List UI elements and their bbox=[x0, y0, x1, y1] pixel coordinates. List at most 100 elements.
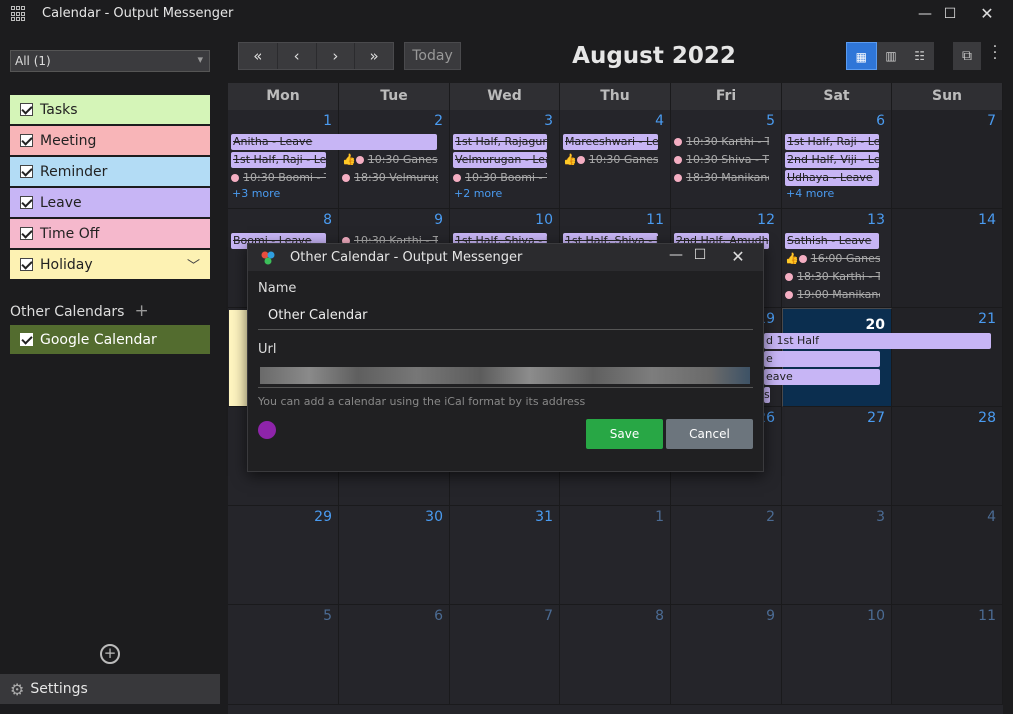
day-cell[interactable]: 7 bbox=[892, 110, 1003, 209]
event-leave[interactable]: e bbox=[764, 351, 880, 367]
day-cell[interactable]: 1 bbox=[560, 506, 671, 605]
event-task[interactable]: 👍 10:30 Ganes bbox=[563, 152, 658, 167]
holiday-bar[interactable] bbox=[229, 310, 247, 406]
day-cell[interactable]: 7 bbox=[450, 605, 560, 705]
event-task[interactable]: 19:00 Manikand bbox=[785, 287, 880, 302]
event-leave[interactable]: Mareeshwari - Le bbox=[563, 134, 658, 150]
pink-dot-icon bbox=[231, 174, 239, 182]
checkbox[interactable] bbox=[20, 103, 33, 116]
day-number: 2 bbox=[434, 113, 443, 129]
day-cell[interactable]: 21 bbox=[892, 308, 1003, 407]
save-button[interactable]: Save bbox=[586, 419, 663, 449]
checkbox[interactable] bbox=[20, 258, 33, 271]
maximize-icon[interactable]: ☐ bbox=[690, 247, 710, 263]
pink-dot-icon bbox=[453, 174, 461, 182]
day-cell[interactable]: 14 bbox=[892, 209, 1003, 308]
event-leave[interactable]: Udhaya - Leave bbox=[785, 170, 879, 186]
month-view-icon[interactable]: ▦ bbox=[846, 42, 877, 70]
minimize-icon[interactable]: — bbox=[915, 4, 935, 24]
add-calendar-icon[interactable]: + bbox=[134, 301, 148, 321]
event-task[interactable]: 18:30 Manikand bbox=[674, 170, 769, 185]
day-cell[interactable]: 28 bbox=[892, 407, 1003, 506]
event-leave[interactable]: Velmurugan - Lea bbox=[453, 152, 547, 168]
day-cell[interactable]: 27 bbox=[782, 407, 892, 506]
list-view-icon[interactable]: ☷ bbox=[905, 42, 934, 70]
event-task[interactable]: 18:30 Velmurug bbox=[342, 170, 438, 185]
thumbs-up-icon: 👍 bbox=[785, 252, 799, 265]
day-number: 21 bbox=[978, 311, 996, 327]
checkbox[interactable] bbox=[20, 333, 33, 346]
cancel-button[interactable]: Cancel bbox=[666, 419, 753, 449]
event-leave[interactable]: 1st Half, Raji - Le bbox=[785, 134, 879, 150]
prev-month-icon[interactable]: ‹ bbox=[278, 43, 317, 69]
next-year-icon[interactable]: » bbox=[355, 43, 393, 69]
category-holiday[interactable]: Holiday ﹀ bbox=[10, 250, 210, 279]
week-view-icon[interactable]: ▥ bbox=[877, 42, 906, 70]
more-menu-icon[interactable]: · · · bbox=[990, 40, 1000, 66]
pink-dot-icon bbox=[785, 273, 793, 281]
day-cell[interactable]: 6 bbox=[339, 605, 450, 705]
filter-select[interactable]: All (1) ▾ bbox=[10, 50, 210, 72]
day-cell[interactable]: 5 bbox=[228, 605, 339, 705]
name-field[interactable]: Other Calendar bbox=[258, 302, 753, 330]
minimize-icon[interactable]: — bbox=[666, 247, 686, 263]
category-tasks[interactable]: Tasks bbox=[10, 95, 210, 124]
prev-year-icon[interactable]: « bbox=[239, 43, 278, 69]
sidebar: All (1) ▾ Tasks Meeting Reminder Leave T… bbox=[0, 27, 220, 714]
day-cell[interactable]: 3 bbox=[782, 506, 892, 605]
more-events-link[interactable]: +3 more bbox=[232, 187, 280, 200]
event-task[interactable]: 10:30 Boomi - T bbox=[231, 170, 326, 185]
day-cell[interactable]: 31 bbox=[450, 506, 560, 605]
event-leave[interactable]: Sathish - Leave bbox=[785, 233, 879, 249]
event-leave[interactable]: 2nd Half, Viji - Le bbox=[785, 152, 879, 168]
event-task[interactable]: 10:30 Shiva - T bbox=[674, 152, 769, 167]
day-cell[interactable]: 29 bbox=[228, 506, 339, 605]
event-task[interactable]: 18:30 Karthi - T bbox=[785, 269, 880, 284]
checkbox[interactable] bbox=[20, 227, 33, 240]
event-task[interactable]: 👍 10:30 Ganes bbox=[342, 152, 438, 167]
add-circle-icon[interactable]: + bbox=[100, 644, 120, 664]
next-month-icon[interactable]: › bbox=[317, 43, 356, 69]
day-cell[interactable]: 4 bbox=[892, 506, 1003, 605]
close-icon[interactable]: ✕ bbox=[728, 247, 748, 266]
category-meeting[interactable]: Meeting bbox=[10, 126, 210, 155]
event-task[interactable]: 10:30 Karthi - T bbox=[674, 134, 769, 149]
event-leave[interactable]: 1st Half, Raji - Le bbox=[231, 152, 326, 168]
category-time-off[interactable]: Time Off bbox=[10, 219, 210, 248]
event-leave[interactable]: s bbox=[764, 387, 770, 403]
today-button[interactable]: Today bbox=[404, 42, 461, 70]
day-cell[interactable]: 11 bbox=[892, 605, 1003, 705]
chevron-down-icon[interactable]: ﹀ bbox=[187, 255, 200, 274]
event-leave[interactable]: Anitha - Leave bbox=[231, 134, 437, 150]
day-cell[interactable]: 10 bbox=[782, 605, 892, 705]
day-cell[interactable]: 8 bbox=[560, 605, 671, 705]
event-task[interactable]: 10:30 Boomi - T bbox=[453, 170, 547, 185]
category-label: Leave bbox=[40, 194, 82, 211]
category-leave[interactable]: Leave bbox=[10, 188, 210, 217]
event-task[interactable]: 👍 16:00 Ganes bbox=[785, 251, 880, 266]
category-reminder[interactable]: Reminder bbox=[10, 157, 210, 186]
day-number: 27 bbox=[867, 410, 885, 426]
event-leave[interactable]: 1st Half, Rajagurv bbox=[453, 134, 547, 150]
day-number: 10 bbox=[867, 608, 885, 624]
checkbox[interactable] bbox=[20, 134, 33, 147]
close-icon[interactable]: ✕ bbox=[977, 4, 997, 24]
day-cell[interactable]: 30 bbox=[339, 506, 450, 605]
pink-dot-icon bbox=[342, 174, 350, 182]
popout-icon[interactable]: ⧉ bbox=[953, 42, 981, 70]
more-events-link[interactable]: +2 more bbox=[454, 187, 502, 200]
color-picker[interactable] bbox=[258, 421, 276, 439]
checkbox[interactable] bbox=[20, 196, 33, 209]
settings-button[interactable]: ⚙ Settings bbox=[0, 674, 220, 704]
day-cell[interactable]: 9 bbox=[671, 605, 782, 705]
pink-dot-icon bbox=[785, 291, 793, 299]
event-leave[interactable]: d 1st Half bbox=[764, 333, 991, 349]
day-cell[interactable]: 2 bbox=[671, 506, 782, 605]
window-title: Calendar - Output Messenger bbox=[42, 6, 234, 21]
maximize-icon[interactable]: ☐ bbox=[940, 4, 960, 24]
calendar-google[interactable]: Google Calendar bbox=[10, 325, 210, 354]
dialog-titlebar: Other Calendar - Output Messenger — ☐ ✕ bbox=[248, 244, 763, 271]
event-leave[interactable]: eave bbox=[764, 369, 880, 385]
checkbox[interactable] bbox=[20, 165, 33, 178]
more-events-link[interactable]: +4 more bbox=[786, 187, 834, 200]
